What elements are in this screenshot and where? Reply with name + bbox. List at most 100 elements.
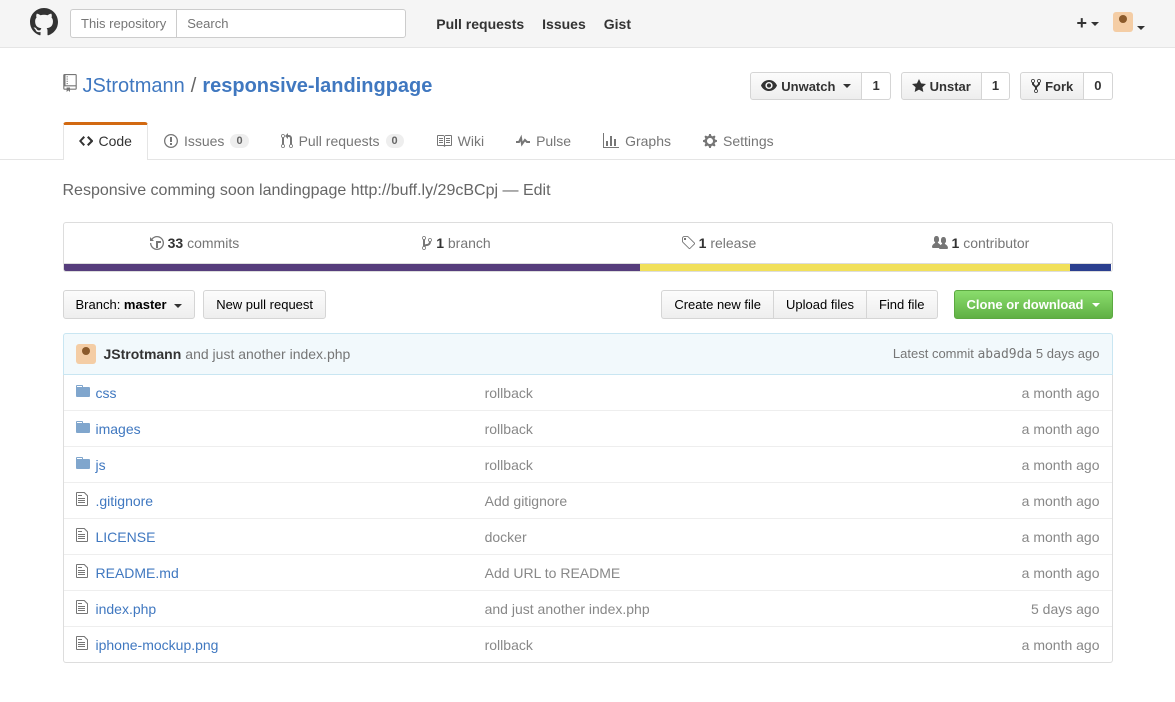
file-row: README.md Add URL to README a month ago (64, 554, 1112, 590)
search-scope-label[interactable]: This repository (70, 9, 176, 38)
tab-graphs[interactable]: Graphs (587, 122, 687, 159)
caret-down-icon (1137, 26, 1145, 30)
repo-name-link[interactable]: responsive-landingpage (202, 75, 432, 97)
branches-count: 1 (436, 235, 444, 251)
create-new-file-button[interactable]: Create new file (661, 290, 773, 319)
create-new-menu[interactable]: + (1076, 13, 1099, 34)
branches-link[interactable]: 1 branch (326, 223, 588, 263)
tab-issues[interactable]: Issues 0 (148, 122, 265, 159)
unwatch-button[interactable]: Unwatch (750, 72, 862, 100)
caret-down-icon (843, 84, 851, 88)
commit-message[interactable]: and just another index.php (185, 346, 350, 362)
tab-pulse[interactable]: Pulse (500, 122, 587, 159)
edit-description-link[interactable]: Edit (523, 182, 551, 199)
file-name-link[interactable]: images (96, 421, 141, 437)
language-segment (640, 264, 1070, 271)
file-text-icon (76, 635, 96, 654)
github-logo[interactable] (30, 8, 58, 39)
dash: — (502, 182, 522, 199)
file-age: a month ago (960, 565, 1100, 581)
eye-icon (761, 78, 777, 94)
file-commit-message[interactable]: rollback (485, 421, 533, 437)
organization-icon (932, 235, 948, 251)
tab-code[interactable]: Code (63, 122, 148, 160)
forks-count[interactable]: 0 (1084, 72, 1112, 100)
nav-gist[interactable]: Gist (604, 16, 631, 32)
tab-wiki[interactable]: Wiki (420, 122, 500, 159)
file-name-link[interactable]: index.php (96, 601, 157, 617)
nav-issues[interactable]: Issues (542, 16, 586, 32)
star-group: Unstar 1 (901, 72, 1010, 100)
pagehead-actions: Unwatch 1 Unstar 1 Fork (750, 72, 1112, 100)
commits-label: commits (187, 235, 239, 251)
file-commit-message[interactable]: Add gitignore (485, 493, 568, 509)
header-nav: Pull requests Issues Gist (436, 16, 631, 32)
commit-age: 5 days ago (1036, 346, 1100, 361)
book-icon (436, 133, 452, 149)
file-row: jsrollbacka month ago (64, 446, 1112, 482)
user-menu[interactable] (1113, 12, 1145, 35)
fork-group: Fork 0 (1020, 72, 1112, 100)
file-name-link[interactable]: README.md (96, 565, 179, 581)
watchers-count[interactable]: 1 (862, 72, 890, 100)
unstar-button[interactable]: Unstar (901, 72, 982, 100)
file-commit-message[interactable]: Add URL to README (485, 565, 621, 581)
upload-files-button[interactable]: Upload files (773, 290, 866, 319)
commit-sha[interactable]: abad9da (977, 347, 1032, 362)
file-name-link[interactable]: .gitignore (96, 493, 154, 509)
file-commit-message[interactable]: rollback (485, 385, 533, 401)
commits-link[interactable]: 33 commits (64, 223, 326, 263)
file-text-icon (76, 599, 96, 618)
fork-button[interactable]: Fork (1020, 72, 1084, 100)
file-commit-message[interactable]: docker (485, 529, 527, 545)
file-age: a month ago (960, 385, 1100, 401)
tab-pulls[interactable]: Pull requests 0 (265, 122, 420, 159)
repo-forked-icon (1031, 78, 1041, 94)
fork-label: Fork (1045, 79, 1073, 94)
file-name-link[interactable]: css (96, 385, 117, 401)
file-row: LICENSE docker a month ago (64, 518, 1112, 554)
file-commit-message[interactable]: rollback (485, 637, 533, 653)
new-pull-request-button[interactable]: New pull request (203, 290, 326, 319)
repo-icon (63, 74, 77, 98)
issue-opened-icon (164, 133, 178, 149)
graph-icon (603, 133, 619, 149)
caret-down-icon (1091, 22, 1099, 26)
find-file-button[interactable]: Find file (866, 290, 938, 319)
file-commit-message[interactable]: rollback (485, 457, 533, 473)
file-text-icon (76, 563, 96, 582)
search-input[interactable] (176, 9, 406, 38)
tab-settings[interactable]: Settings (687, 122, 790, 159)
tab-pulse-label: Pulse (536, 133, 571, 149)
branches-label: branch (448, 235, 491, 251)
file-name-link[interactable]: LICENSE (96, 529, 156, 545)
file-directory-icon (76, 455, 96, 474)
clone-download-button[interactable]: Clone or download (954, 290, 1113, 319)
tab-graphs-label: Graphs (625, 133, 671, 149)
file-age: a month ago (960, 637, 1100, 653)
unstar-label: Unstar (930, 79, 971, 94)
releases-count: 1 (699, 235, 707, 251)
nav-pull-requests[interactable]: Pull requests (436, 16, 524, 32)
repo-owner-link[interactable]: JStrotmann (83, 75, 185, 98)
file-row: css rollback a month ago (64, 375, 1112, 410)
file-age: a month ago (960, 529, 1100, 545)
file-name-link[interactable]: iphone-mockup.png (96, 637, 219, 653)
commit-author[interactable]: JStrotmann (104, 346, 182, 362)
repo-url[interactable]: http://buff.ly/29cBCpj (351, 182, 498, 199)
file-name-link[interactable]: js (96, 457, 106, 473)
file-row: .gitignoreAdd gitignorea month ago (64, 482, 1112, 518)
avatar-icon (76, 344, 96, 364)
stargazers-count[interactable]: 1 (982, 72, 1010, 100)
contributors-link[interactable]: 1 contributor (850, 223, 1112, 263)
file-navigation: Branch: master New pull request Create n… (63, 290, 1113, 319)
file-age: 5 days ago (960, 601, 1100, 617)
tab-pulls-label: Pull requests (299, 133, 380, 149)
branch-select-menu[interactable]: Branch: master (63, 290, 196, 319)
file-directory-icon (76, 383, 96, 402)
releases-link[interactable]: 1 release (588, 223, 850, 263)
language-bar[interactable] (63, 264, 1113, 272)
topbar: This repository Pull requests Issues Gis… (0, 0, 1175, 48)
issues-counter: 0 (230, 134, 248, 148)
file-commit-message[interactable]: and just another index.php (485, 601, 650, 617)
